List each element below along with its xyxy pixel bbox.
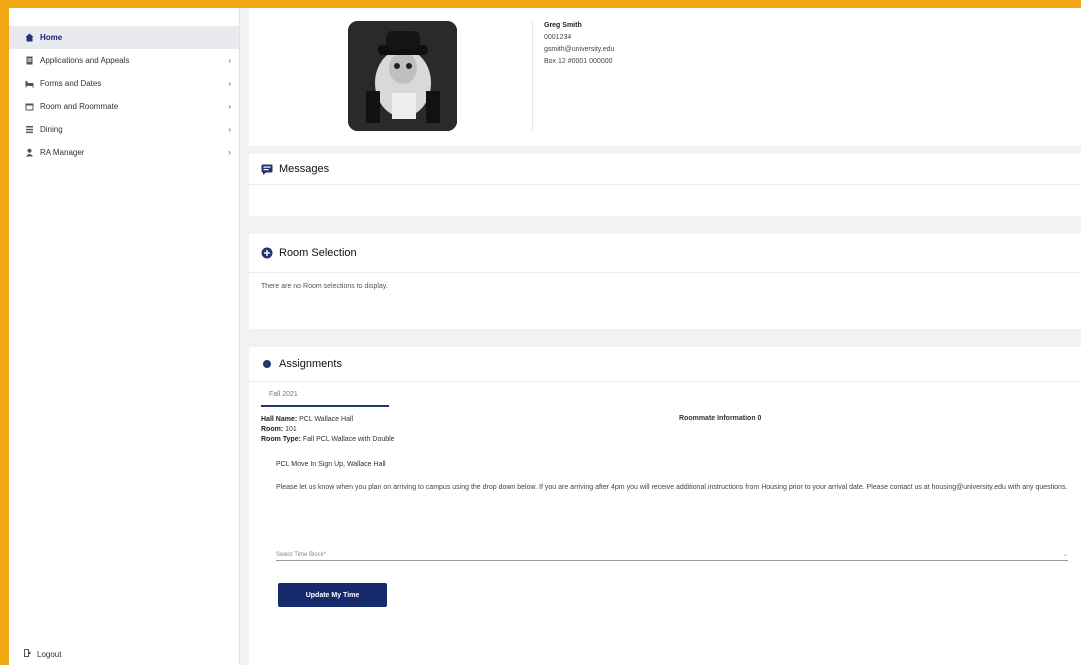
message-icon bbox=[261, 163, 273, 175]
messages-title: Messages bbox=[279, 163, 330, 175]
assignments-header: Assignments bbox=[249, 347, 1081, 382]
room-row: Room: 101 bbox=[261, 425, 395, 435]
room-type-label: Room Type: bbox=[261, 436, 301, 443]
list-icon bbox=[24, 125, 34, 135]
move-in-message: PCL Move In Sign Up, Wallace Hall Please… bbox=[276, 459, 1068, 493]
room-type-value: Fall PCL Wallace with Double bbox=[302, 436, 395, 443]
sidebar-item-forms-and-dates[interactable]: Forms and Dates › bbox=[9, 72, 239, 95]
profile-email: gsmith@university.edu bbox=[544, 46, 615, 53]
profile-card: Greg Smith 0001234 gsmith@university.edu… bbox=[249, 8, 1081, 146]
profile-box: Box 12 #0001 000000 bbox=[544, 58, 613, 65]
sidebar-item-label: Applications and Appeals bbox=[40, 56, 130, 65]
messages-panel: Messages bbox=[249, 154, 1081, 216]
roommate-info: Roommate Information 0 bbox=[679, 415, 762, 422]
logout-link[interactable]: Logout bbox=[24, 649, 61, 659]
room-label: Room: bbox=[261, 426, 284, 433]
room-selection-icon bbox=[261, 247, 273, 259]
bed-icon bbox=[24, 79, 34, 89]
document-icon bbox=[24, 56, 34, 66]
main-content: Greg Smith 0001234 gsmith@university.edu… bbox=[240, 8, 1081, 665]
room-selection-title: Room Selection bbox=[279, 247, 357, 259]
sidebar-item-applications-and-appeals[interactable]: Applications and Appeals › bbox=[9, 49, 239, 72]
messages-header: Messages bbox=[249, 154, 1081, 185]
calendar-icon bbox=[24, 102, 34, 112]
sidebar-item-label: RA Manager bbox=[40, 148, 85, 157]
logout-label: Logout bbox=[37, 649, 62, 659]
room-selection-panel: Room Selection There are no Room selecti… bbox=[249, 234, 1081, 329]
chevron-right-icon: › bbox=[228, 125, 231, 134]
room-selection-header: Room Selection bbox=[249, 234, 1081, 273]
sidebar: Home Applications and Appeals › Forms and D… bbox=[9, 8, 240, 665]
assignments-panel: Assignments Fall 2021 Hall Name: PCL Wal… bbox=[249, 347, 1081, 665]
sidebar-item-ra-manager[interactable]: RA Manager › bbox=[9, 141, 239, 164]
time-block-select[interactable]: Select Time Block* ⌄ bbox=[276, 545, 1068, 561]
move-in-title: PCL Move In Sign Up, Wallace Hall bbox=[276, 461, 386, 468]
sidebar-item-room-and-roommate[interactable]: Room and Roommate › bbox=[9, 95, 239, 118]
user-icon bbox=[24, 148, 34, 158]
update-my-time-button[interactable]: Update My Time bbox=[278, 583, 387, 607]
time-block-placeholder: Select Time Block* bbox=[276, 552, 327, 558]
profile-photo bbox=[348, 21, 457, 131]
move-in-body: Please let us know when you plan on arri… bbox=[276, 484, 1068, 491]
profile-name: Greg Smith bbox=[544, 22, 582, 29]
chevron-right-icon: › bbox=[228, 56, 231, 65]
tab-fall-2021[interactable]: Fall 2021 bbox=[269, 391, 298, 398]
sidebar-item-dining[interactable]: Dining › bbox=[9, 118, 239, 141]
room-value: 101 bbox=[285, 426, 297, 433]
room-selection-body: There are no Room selections to display. bbox=[261, 283, 388, 290]
tab-indicator bbox=[261, 405, 389, 407]
hall-row: Hall Name: PCL Wallace Hall bbox=[261, 415, 395, 425]
chevron-right-icon: › bbox=[228, 148, 231, 157]
sidebar-item-label: Dining bbox=[40, 125, 63, 134]
sidebar-item-label: Room and Roommate bbox=[40, 102, 119, 111]
profile-info: Greg Smith 0001234 gsmith@university.edu… bbox=[544, 20, 614, 68]
home-icon bbox=[24, 33, 34, 43]
hall-label: Hall Name: bbox=[261, 416, 298, 423]
sidebar-item-label: Home bbox=[40, 33, 63, 42]
assignment-details: Hall Name: PCL Wallace Hall Room: 101 Ro… bbox=[261, 415, 395, 445]
sidebar-item-label: Forms and Dates bbox=[40, 79, 102, 88]
chevron-right-icon: › bbox=[228, 79, 231, 88]
assignments-title: Assignments bbox=[279, 358, 342, 370]
chevron-down-icon: ⌄ bbox=[1062, 552, 1068, 558]
assignments-icon bbox=[261, 358, 273, 370]
divider bbox=[532, 20, 533, 132]
sidebar-item-home[interactable]: Home bbox=[9, 26, 239, 49]
hall-value: PCL Wallace Hall bbox=[299, 416, 354, 423]
chevron-right-icon: › bbox=[228, 102, 231, 111]
room-type-row: Room Type: Fall PCL Wallace with Double bbox=[261, 435, 395, 445]
profile-id: 0001234 bbox=[544, 34, 572, 41]
logout-icon bbox=[24, 649, 32, 659]
